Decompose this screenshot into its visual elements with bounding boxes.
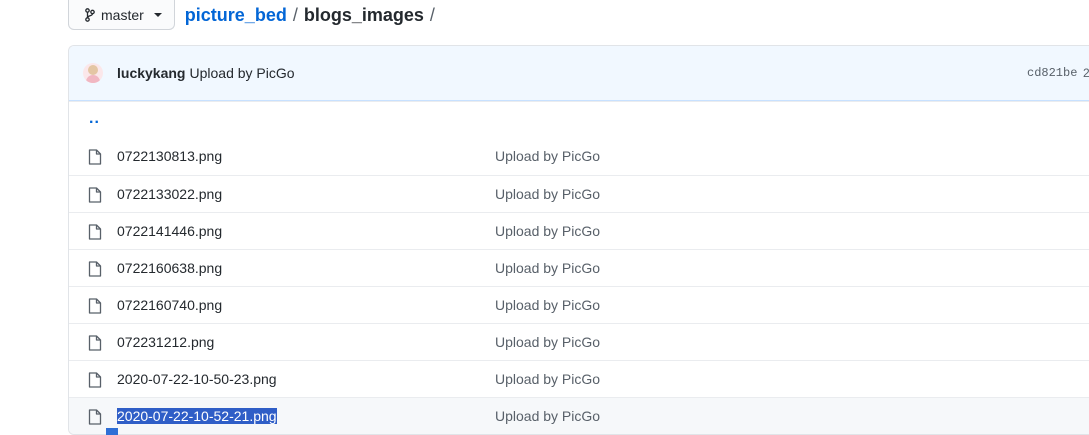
latest-commit-bar: luckykang Upload by PicGo cd821be 2 xyxy=(69,46,1089,101)
commit-message-link[interactable]: Upload by PicGo xyxy=(189,65,294,81)
file-row[interactable]: 0722130813.png Upload by PicGo xyxy=(69,138,1089,175)
breadcrumb-separator: / xyxy=(292,4,298,25)
avatar[interactable] xyxy=(83,63,103,83)
file-name-link[interactable]: 0722160638.png xyxy=(117,260,222,276)
parent-directory-row[interactable]: .. xyxy=(69,101,1089,138)
file-row[interactable]: 0722160740.png Upload by PicGo xyxy=(69,286,1089,323)
breadcrumb-trailing-separator: / xyxy=(429,4,435,25)
file-commit-message-link[interactable]: Upload by PicGo xyxy=(495,334,600,350)
commit-sha-link[interactable]: cd821be xyxy=(1027,66,1077,80)
file-icon xyxy=(88,149,102,165)
breadcrumb-current-folder: blogs_images xyxy=(303,4,424,25)
file-name-link[interactable]: 0722160740.png xyxy=(117,297,222,313)
branch-label: master xyxy=(101,6,144,23)
file-row[interactable]: 072231212.png Upload by PicGo xyxy=(69,323,1089,360)
git-branch-icon xyxy=(85,7,95,22)
file-name-link[interactable]: 0722141446.png xyxy=(117,223,222,239)
file-icon xyxy=(88,409,102,425)
drag-cursor-icon xyxy=(106,428,118,435)
file-name-link[interactable]: 2020-07-22-10-52-21.png xyxy=(117,408,277,424)
file-commit-message-link[interactable]: Upload by PicGo xyxy=(495,408,600,424)
file-name-link[interactable]: 2020-07-22-10-50-23.png xyxy=(117,371,277,387)
file-icon xyxy=(88,335,102,351)
file-commit-message-link[interactable]: Upload by PicGo xyxy=(495,186,600,202)
parent-directory-link[interactable]: .. xyxy=(89,110,100,128)
file-icon xyxy=(88,261,102,277)
file-name-link[interactable]: 0722133022.png xyxy=(117,186,222,202)
file-list: luckykang Upload by PicGo cd821be 2 .. 0… xyxy=(68,45,1089,435)
file-icon xyxy=(88,298,102,314)
file-icon xyxy=(88,187,102,203)
branch-select-button[interactable]: master xyxy=(68,0,175,30)
chevron-down-icon xyxy=(153,12,162,17)
file-commit-message-link[interactable]: Upload by PicGo xyxy=(495,297,600,313)
file-icon xyxy=(88,224,102,240)
commit-date-fragment: 2 xyxy=(1083,66,1089,80)
breadcrumb: picture_bed / blogs_images / xyxy=(185,5,441,26)
file-row[interactable]: 2020-07-22-10-50-23.png Upload by PicGo xyxy=(69,360,1089,397)
file-name-link[interactable]: 072231212.png xyxy=(117,334,214,350)
file-row[interactable]: 2020-07-22-10-52-21.png Upload by PicGo xyxy=(69,397,1089,434)
file-row[interactable]: 0722133022.png Upload by PicGo xyxy=(69,175,1089,212)
top-bar: master picture_bed / blogs_images / xyxy=(68,0,441,30)
file-commit-message-link[interactable]: Upload by PicGo xyxy=(495,148,600,164)
file-icon xyxy=(88,372,102,388)
file-commit-message-link[interactable]: Upload by PicGo xyxy=(495,371,600,387)
commit-author-link[interactable]: luckykang xyxy=(117,65,185,81)
file-row[interactable]: 0722160638.png Upload by PicGo xyxy=(69,249,1089,286)
breadcrumb-repo-link[interactable]: picture_bed xyxy=(185,5,287,26)
file-name-link[interactable]: 0722130813.png xyxy=(117,148,222,164)
file-commit-message-link[interactable]: Upload by PicGo xyxy=(495,223,600,239)
file-row[interactable]: 0722141446.png Upload by PicGo xyxy=(69,212,1089,249)
file-commit-message-link[interactable]: Upload by PicGo xyxy=(495,260,600,276)
